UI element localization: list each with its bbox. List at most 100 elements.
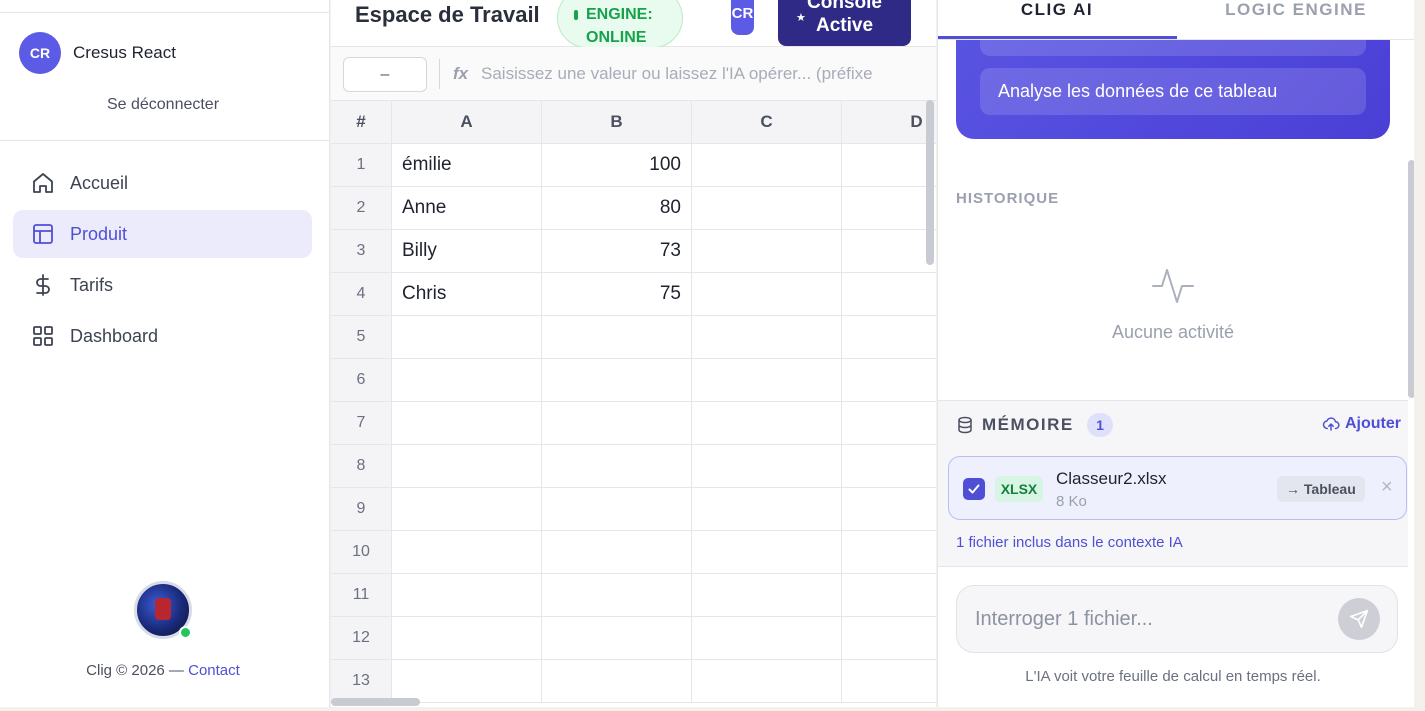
cell-c[interactable] [692,660,842,702]
close-icon[interactable]: × [1381,476,1393,499]
table-row: 5 [331,316,936,359]
cell-c[interactable] [692,187,842,229]
cell-d[interactable] [842,488,936,530]
cell-a[interactable] [392,617,542,659]
cell-d[interactable] [842,230,936,272]
cell-a[interactable] [392,488,542,530]
cell-b[interactable] [542,531,692,573]
cell-a[interactable] [392,531,542,573]
send-button[interactable] [1338,598,1380,640]
cell-d[interactable] [842,402,936,444]
engine-status-badge: ENGINE: ONLINE [557,0,683,48]
cell-c[interactable] [692,617,842,659]
cell-a[interactable] [392,316,542,358]
cell-b[interactable] [542,445,692,487]
cell-c[interactable] [692,144,842,186]
cell-a[interactable]: Chris [392,273,542,315]
file-checkbox[interactable] [963,478,985,500]
spreadsheet-grid: # A B C D 1 émilie 100 2 Anne 80 3 Billy 73 4 Chri… [331,101,936,703]
cell-b[interactable] [542,359,692,401]
cell-b[interactable]: 80 [542,187,692,229]
cell-d[interactable] [842,617,936,659]
add-file-button[interactable]: Ajouter [1322,415,1401,433]
cell-c[interactable] [692,359,842,401]
column-header-b[interactable]: B [542,101,692,143]
user-badge[interactable]: CR [731,0,754,35]
cell-b[interactable] [542,574,692,616]
cell-a[interactable]: émilie [392,144,542,186]
column-header-row: # A B C D [331,101,936,144]
cell-d[interactable] [842,574,936,616]
memory-file-item[interactable]: XLSX Classeur2.xlsx 8 Ko → Tableau × [948,456,1407,520]
cell-c[interactable] [692,273,842,315]
cell-b[interactable]: 75 [542,273,692,315]
cell-b[interactable]: 73 [542,230,692,272]
cell-a[interactable] [392,402,542,444]
sidebar-item-tarifs[interactable]: Tarifs [13,261,312,309]
ai-query-input[interactable]: Interroger 1 fichier... [956,585,1398,653]
tab-clig-ai[interactable]: CLIG AI [938,0,1176,20]
tab-logic-engine[interactable]: LOGIC ENGINE [1177,0,1414,20]
cell-c[interactable] [692,445,842,487]
memory-heading: MÉMOIRE [982,415,1074,434]
cell-c[interactable] [692,531,842,573]
memory-count-badge: 1 [1087,413,1113,437]
sidebar-item-accueil[interactable]: Accueil [13,159,312,207]
cell-c[interactable] [692,488,842,530]
table-row: 10 [331,531,936,574]
cell-a[interactable]: Billy [392,230,542,272]
cell-b[interactable] [542,316,692,358]
empty-history-text: Aucune activité [1111,322,1235,342]
to-table-button[interactable]: → Tableau [1277,476,1365,502]
cell-d[interactable] [842,359,936,401]
suggestion-button[interactable]: Analyse les données de ce tableau [980,68,1366,115]
cell-c[interactable] [692,316,842,358]
cell-d[interactable] [842,187,936,229]
column-header-d[interactable]: D [842,101,936,143]
formula-input[interactable]: Saisissez une valeur ou laissez l'IA opé… [481,64,873,84]
cell-a[interactable]: Anne [392,187,542,229]
divider [439,59,440,89]
console-active-button[interactable]: ★ Console Active [778,0,911,46]
cell-d[interactable] [842,660,936,702]
cell-a[interactable] [392,445,542,487]
row-number: 9 [331,488,392,530]
table-row: 4 Chris 75 [331,273,936,316]
horizontal-scrollbar[interactable] [331,698,420,706]
column-header-a[interactable]: A [392,101,542,143]
cell-a[interactable] [392,660,542,702]
cell-b[interactable]: 100 [542,144,692,186]
cell-reference-box[interactable]: – [343,57,427,92]
cell-d[interactable] [842,445,936,487]
cell-d[interactable] [842,144,936,186]
online-status-dot [179,626,192,639]
sidebar-item-label: Tarifs [70,274,114,295]
contact-link[interactable]: Contact [188,662,240,679]
cell-c[interactable] [692,574,842,616]
panel-scrollbar[interactable] [1408,160,1414,398]
sidebar-item-produit[interactable]: Produit [13,210,312,258]
table-row: 8 [331,445,936,488]
engine-status-text: ENGINE: ONLINE [586,6,653,46]
column-header-c[interactable]: C [692,101,842,143]
cell-b[interactable] [542,488,692,530]
sidebar-item-dashboard[interactable]: Dashboard [13,312,312,360]
cell-a[interactable] [392,359,542,401]
cell-b[interactable] [542,617,692,659]
cell-d[interactable] [842,316,936,358]
sidebar-item-label: Dashboard [70,325,159,346]
cell-b[interactable] [542,402,692,444]
cell-d[interactable] [842,531,936,573]
cell-b[interactable] [542,660,692,702]
query-placeholder: Interroger 1 fichier... [975,608,1153,630]
cell-c[interactable] [692,230,842,272]
divider [0,12,330,13]
upload-cloud-icon [1322,417,1340,431]
logout-link[interactable]: Se déconnecter [0,96,326,114]
cell-c[interactable] [692,402,842,444]
vertical-scrollbar[interactable] [926,100,934,265]
console-button-label: Console Active [807,0,882,36]
activity-icon [1152,269,1194,303]
cell-d[interactable] [842,273,936,315]
cell-a[interactable] [392,574,542,616]
